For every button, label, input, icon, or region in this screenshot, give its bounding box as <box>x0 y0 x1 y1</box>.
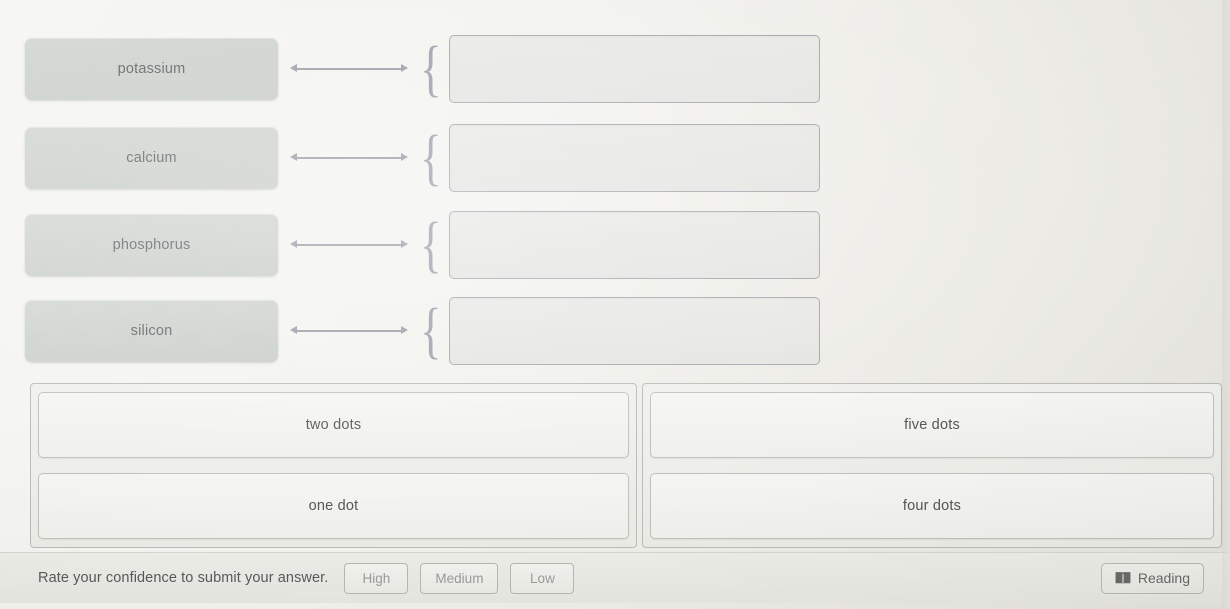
answer-bank-column-left: two dots one dot <box>30 383 637 548</box>
confidence-button-label: High <box>362 570 391 586</box>
arrow-line <box>294 244 405 246</box>
term-tile-silicon[interactable]: silicon <box>25 300 279 362</box>
match-row: silicon { <box>0 294 820 368</box>
connector-arrow <box>290 59 409 79</box>
match-row: phosphorus { <box>0 208 820 282</box>
connector-arrow <box>290 321 409 341</box>
arrow-line <box>294 330 405 332</box>
arrow-head-right-icon <box>401 153 409 161</box>
answer-option-label: four dots <box>902 498 962 514</box>
confidence-button-high[interactable]: High <box>344 562 409 594</box>
term-label: silicon <box>130 323 173 339</box>
reading-button[interactable]: Reading <box>1100 562 1204 594</box>
arrow-head-right-icon <box>401 64 409 72</box>
confidence-button-low[interactable]: Low <box>510 562 575 594</box>
arrow-line <box>294 157 405 159</box>
confidence-prompt: Rate your confidence to submit your answ… <box>38 570 329 586</box>
answer-bank: two dots one dot five dots four dots <box>30 383 1222 548</box>
answer-option-label: five dots <box>904 417 960 433</box>
connector-arrow <box>290 148 409 168</box>
term-label: phosphorus <box>112 237 191 253</box>
dropzone-phosphorus[interactable] <box>448 211 820 279</box>
answer-option-label: one dot <box>308 498 359 514</box>
term-label: calcium <box>126 150 177 166</box>
term-tile-phosphorus[interactable]: phosphorus <box>25 214 279 276</box>
answer-option-five-dots[interactable]: five dots <box>650 392 1214 458</box>
matching-area: potassium { calcium { phosphorus {silic… <box>0 0 1230 372</box>
match-row: potassium { <box>0 32 820 106</box>
arrow-line <box>294 68 405 70</box>
match-row: calcium { <box>0 121 820 195</box>
connector-arrow <box>290 235 409 255</box>
dropzone-silicon[interactable] <box>448 297 820 365</box>
confidence-button-label: Medium <box>435 570 484 586</box>
dropzone-calcium[interactable] <box>448 124 820 192</box>
term-tile-calcium[interactable]: calcium <box>25 127 279 189</box>
term-label: potassium <box>117 61 186 77</box>
confidence-button-medium[interactable]: Medium <box>420 562 499 594</box>
term-tile-potassium[interactable]: potassium <box>25 38 279 100</box>
reading-button-label: Reading <box>1137 570 1190 586</box>
answer-option-one-dot[interactable]: one dot <box>38 473 629 539</box>
open-book-icon <box>1115 571 1131 585</box>
answer-option-label: two dots <box>305 417 362 433</box>
answer-option-four-dots[interactable]: four dots <box>650 473 1214 539</box>
confidence-button-label: Low <box>530 570 555 586</box>
arrow-head-right-icon <box>401 326 409 334</box>
answer-option-two-dots[interactable]: two dots <box>38 392 629 458</box>
dropzone-potassium[interactable] <box>448 35 820 103</box>
arrow-head-right-icon <box>401 240 409 248</box>
confidence-bar: Rate your confidence to submit your answ… <box>0 552 1230 603</box>
screen-right-edge <box>1222 0 1230 609</box>
answer-bank-column-right: five dots four dots <box>642 383 1222 548</box>
